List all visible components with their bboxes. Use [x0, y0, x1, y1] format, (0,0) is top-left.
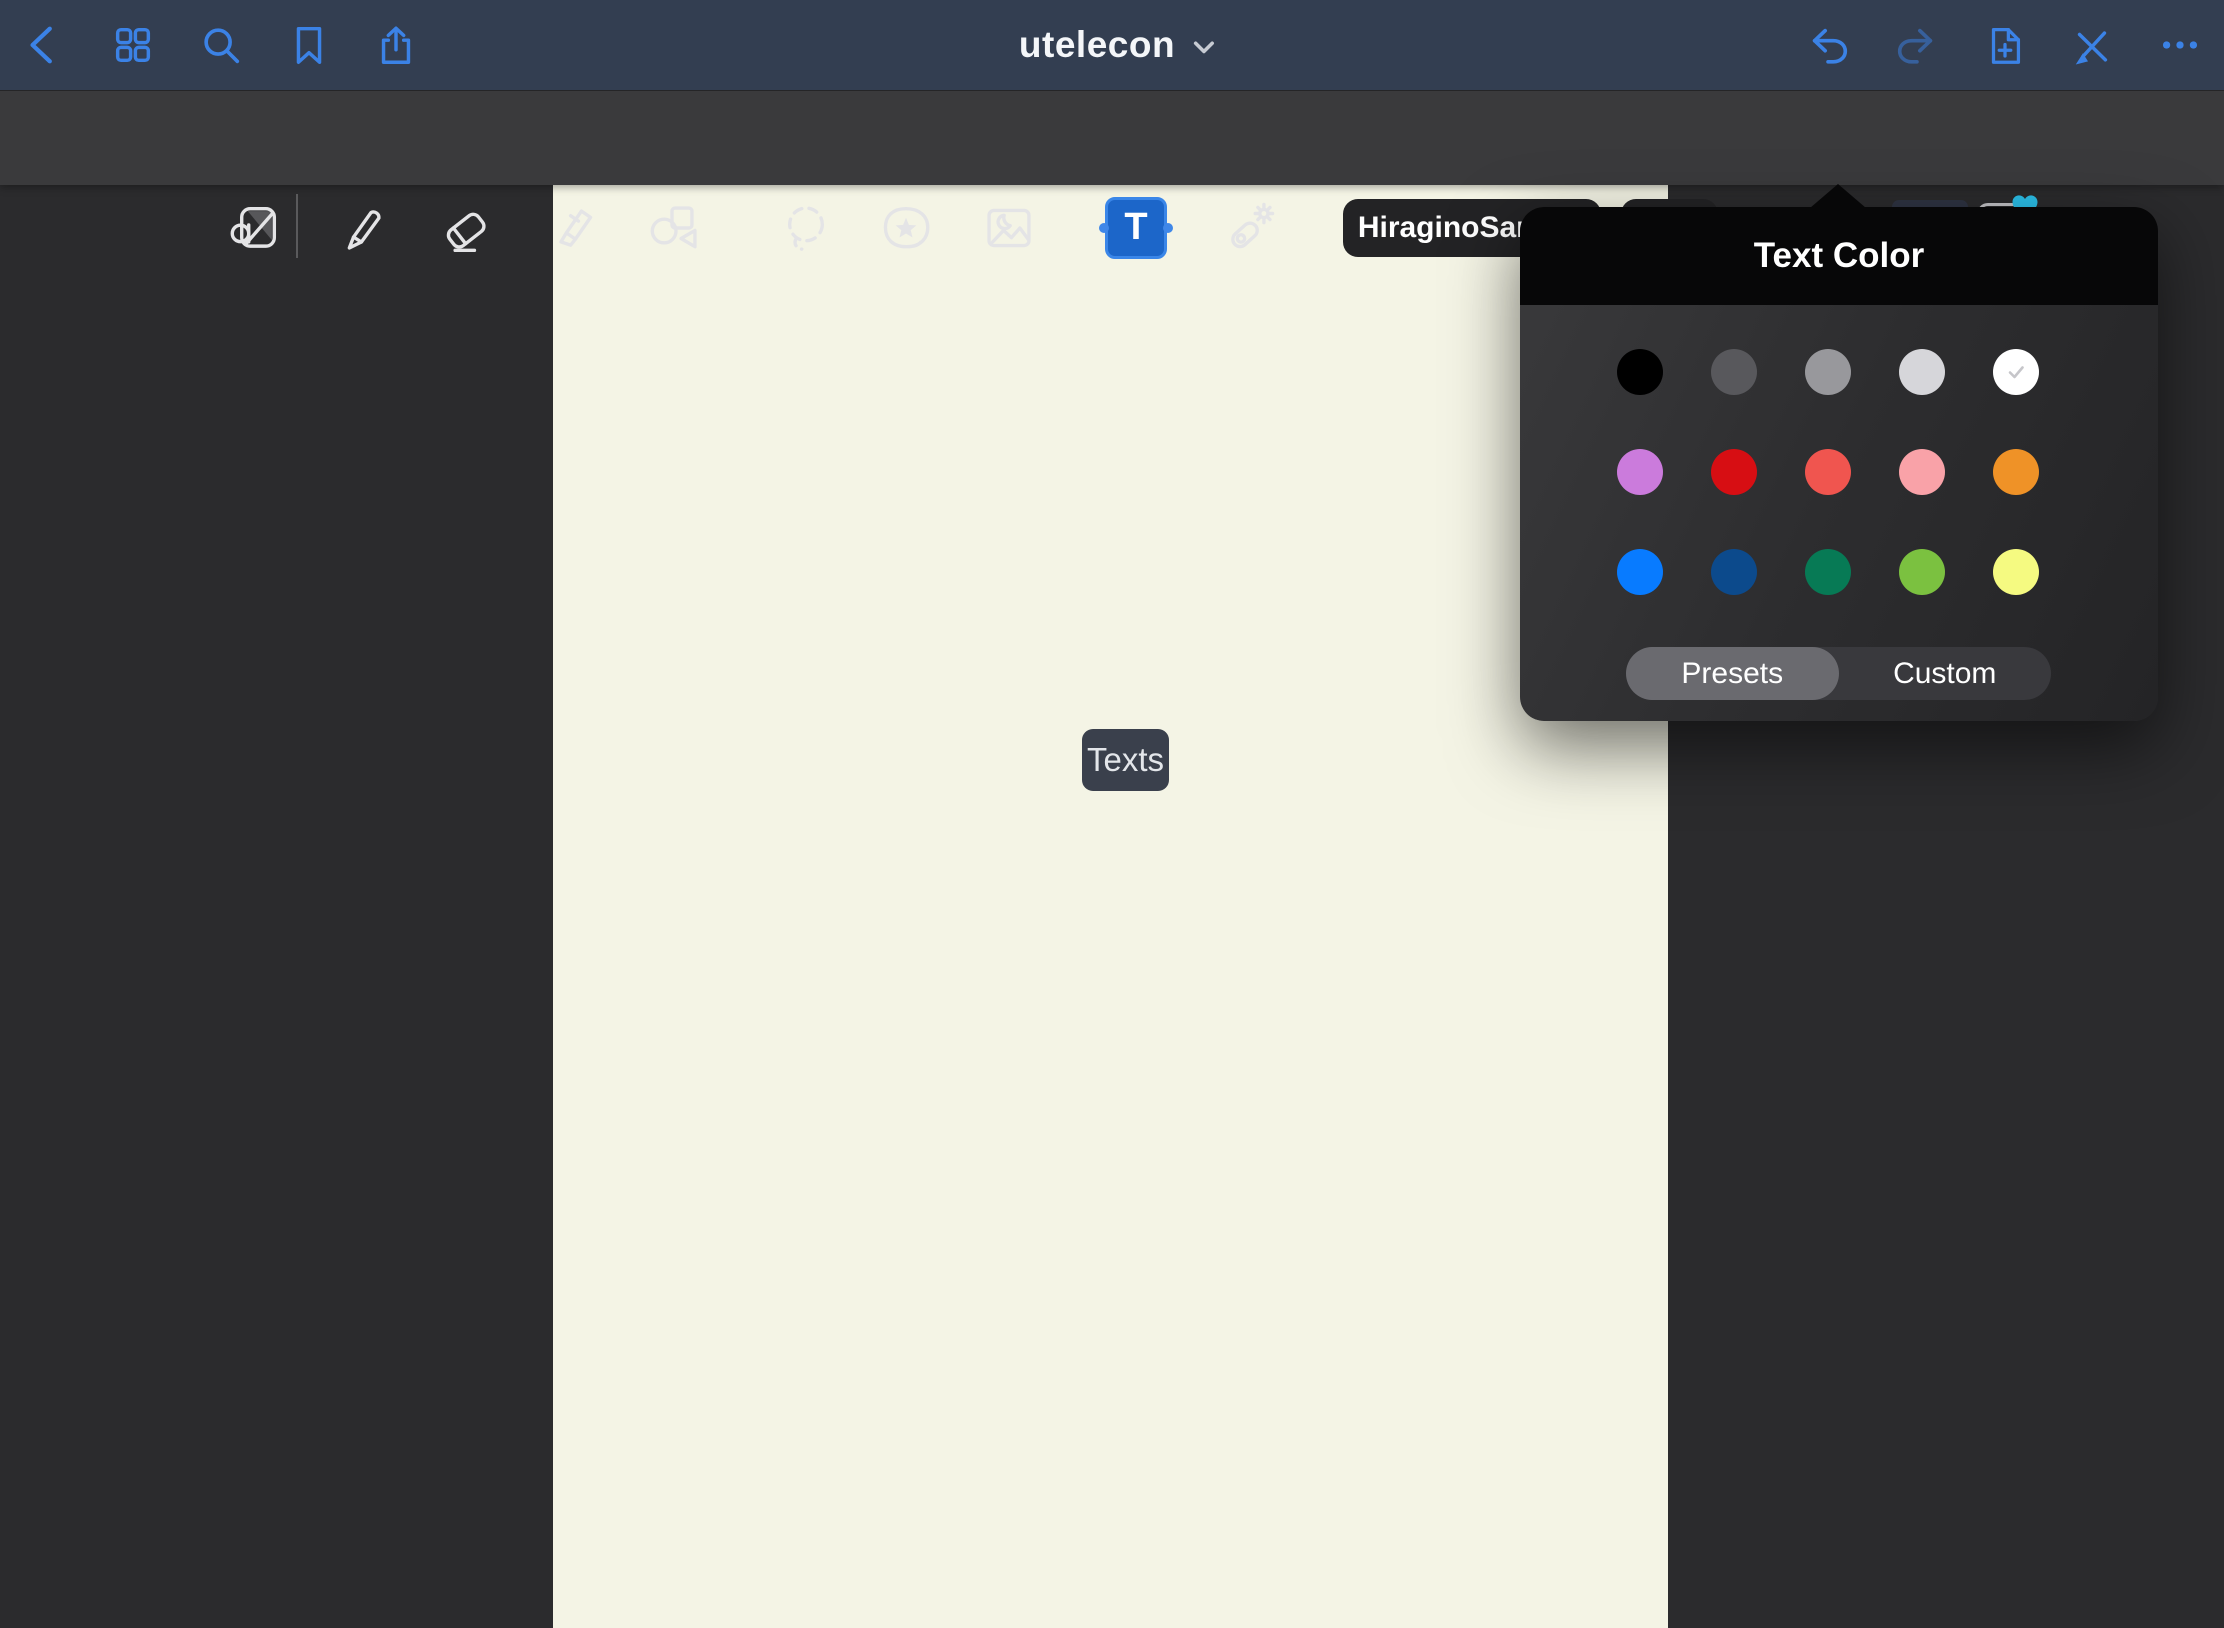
color-swatch-teal-green[interactable]	[1805, 549, 1851, 595]
chevron-down-icon	[1191, 35, 1217, 61]
shapes-tool[interactable]	[637, 193, 707, 263]
pen-tool[interactable]	[327, 193, 397, 263]
canvas-text-object[interactable]: Texts	[1082, 729, 1169, 791]
more-button[interactable]	[2152, 17, 2208, 73]
color-swatch-grid	[1617, 349, 2039, 595]
page-canvas[interactable]	[553, 185, 1668, 1628]
segment-custom-label: Custom	[1893, 657, 1996, 691]
color-swatch-orchid[interactable]	[1617, 449, 1663, 495]
shapes-icon	[643, 199, 701, 257]
deactivate-stylus-button[interactable]	[2064, 17, 2120, 73]
redo-icon	[1893, 22, 1939, 68]
segment-presets[interactable]: Presets	[1626, 647, 1839, 700]
lasso-tool[interactable]	[771, 193, 841, 263]
laser-pointer-icon	[1218, 199, 1276, 257]
tools-toolbar: T HiraginoSans-... 16	[0, 90, 2224, 185]
color-swatch-black[interactable]	[1617, 349, 1663, 395]
pen-icon	[333, 199, 391, 257]
popover-title: Text Color	[1754, 236, 1924, 276]
image-tool[interactable]	[974, 193, 1044, 263]
top-navigation-bar: utelecon	[0, 0, 2224, 90]
search-icon	[198, 22, 244, 68]
page-thumbnails-button[interactable]	[105, 17, 161, 73]
color-swatch-pink[interactable]	[1899, 449, 1945, 495]
highlighter-tool[interactable]	[535, 193, 605, 263]
color-swatch-coral[interactable]	[1805, 449, 1851, 495]
app-screen: utelecon	[0, 0, 2224, 1628]
text-tool[interactable]: T	[1105, 197, 1167, 259]
color-swatch-orange[interactable]	[1993, 449, 2039, 495]
popover-header: Text Color	[1520, 207, 2158, 305]
text-tool-glyph: T	[1124, 208, 1147, 249]
presets-custom-segmented-control: Presets Custom	[1626, 647, 2051, 700]
back-chevron-icon	[22, 22, 68, 68]
eraser-tool[interactable]	[431, 193, 501, 263]
page-settings-tool[interactable]	[220, 193, 290, 263]
add-page-button[interactable]	[1977, 17, 2033, 73]
color-swatch-green[interactable]	[1899, 549, 1945, 595]
toolbar-divider	[296, 194, 298, 258]
sticker-star-icon	[877, 199, 935, 257]
canvas-text-label: Texts	[1087, 741, 1164, 779]
grid-icon	[110, 22, 156, 68]
lasso-icon	[777, 199, 835, 257]
popover-arrow	[1810, 184, 1866, 208]
document-title-label: utelecon	[1019, 24, 1175, 66]
laser-pointer-tool[interactable]	[1212, 193, 1282, 263]
document-title[interactable]: utelecon	[1019, 24, 1217, 66]
segment-presets-label: Presets	[1681, 657, 1783, 691]
undo-button[interactable]	[1801, 17, 1857, 73]
text-color-popover: Text Color Presets Cus	[1520, 207, 2158, 721]
color-swatch-light-gray[interactable]	[1899, 349, 1945, 395]
add-page-icon	[1982, 22, 2028, 68]
text-tool-handle-right	[1163, 223, 1173, 233]
ellipsis-icon	[2157, 22, 2203, 68]
color-swatch-blue[interactable]	[1617, 549, 1663, 595]
color-swatch-pale-yellow[interactable]	[1993, 549, 2039, 595]
page-edit-icon	[226, 199, 284, 257]
color-swatch-gray[interactable]	[1805, 349, 1851, 395]
bookmark-icon	[286, 22, 332, 68]
selected-check-icon	[2003, 359, 2029, 385]
search-button[interactable]	[193, 17, 249, 73]
back-button[interactable]	[17, 17, 73, 73]
share-icon	[373, 22, 419, 68]
redo-button[interactable]	[1888, 17, 1944, 73]
segment-custom[interactable]: Custom	[1839, 647, 2052, 700]
share-button[interactable]	[368, 17, 424, 73]
text-tool-handle-left	[1099, 223, 1109, 233]
bookmark-button[interactable]	[281, 17, 337, 73]
color-swatch-red[interactable]	[1711, 449, 1757, 495]
color-swatch-white-selected[interactable]	[1993, 349, 2039, 395]
color-swatch-dark-gray[interactable]	[1711, 349, 1757, 395]
stickers-tool[interactable]	[871, 193, 941, 263]
color-swatch-navy-blue[interactable]	[1711, 549, 1757, 595]
pen-cross-icon	[2069, 22, 2115, 68]
image-icon	[980, 199, 1038, 257]
eraser-icon	[437, 199, 495, 257]
undo-icon	[1806, 22, 1852, 68]
highlighter-icon	[541, 199, 599, 257]
